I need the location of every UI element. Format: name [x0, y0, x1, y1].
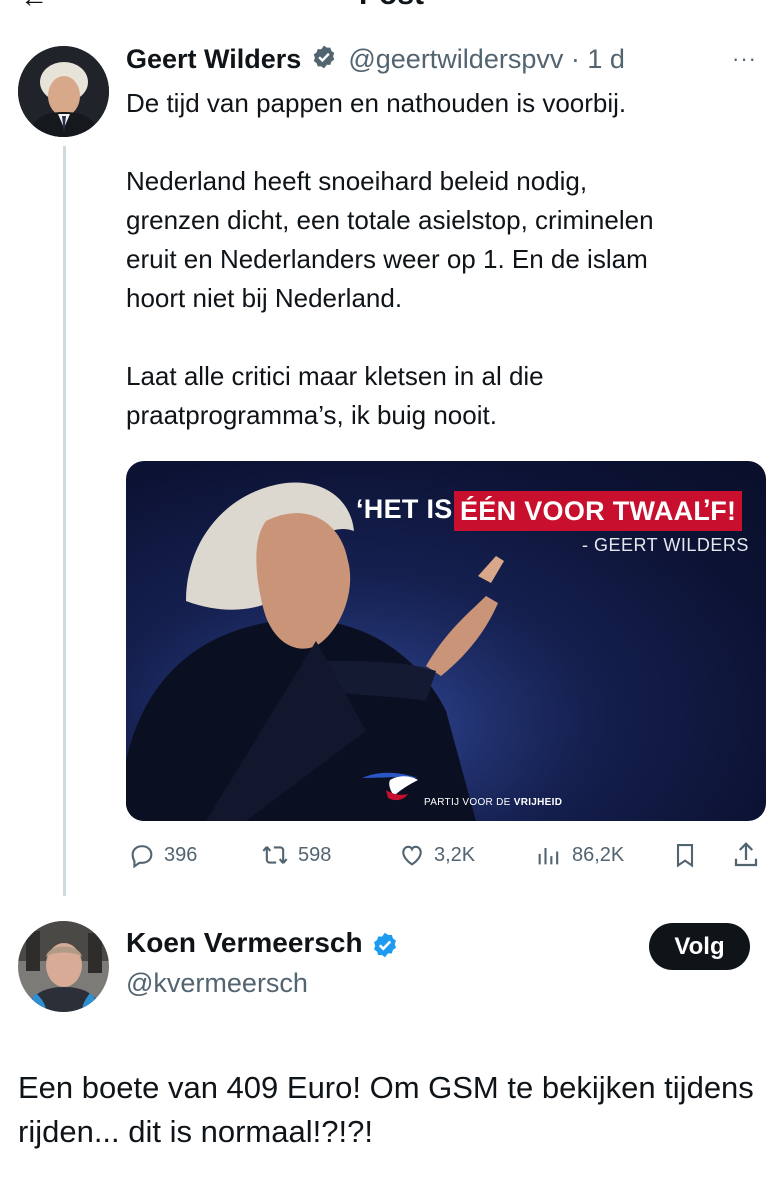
reply-header: Koen Vermeersch [126, 927, 399, 964]
like-button[interactable]: 3,2K [398, 838, 475, 872]
share-icon [734, 842, 758, 867]
page-title: Post [0, 0, 783, 12]
reply-count: 396 [164, 843, 198, 866]
party-name-bold: VRIJHEID [513, 797, 563, 808]
author-handle[interactable]: @geertwilderspvv [348, 44, 563, 74]
tweet-line [126, 123, 776, 162]
party-name-prefix: PARTIJ VOOR DE [424, 797, 511, 808]
repost-count: 598 [298, 843, 332, 866]
follow-button[interactable]: Volg [649, 923, 750, 970]
thread-line [63, 146, 66, 896]
verified-badge-icon [311, 44, 337, 77]
tweet-line: Laat alle critici maar kletsen in al die [126, 361, 544, 391]
reply-button[interactable]: 396 [128, 838, 197, 872]
portrait-image [18, 46, 109, 137]
tweet-line: praatprogramma’s, ik buig nooit. [126, 400, 497, 430]
quote-close: ’ [703, 494, 711, 524]
share-button[interactable] [731, 838, 769, 872]
repost-button[interactable]: 598 [260, 838, 331, 872]
tweet-line: grenzen dicht, een totale asielstop, cri… [126, 205, 654, 235]
like-count: 3,2K [434, 843, 476, 866]
tweet-header: Geert Wilders @geertwilderspvv · 1 d [126, 44, 625, 77]
reply-icon [131, 845, 153, 869]
timestamp[interactable]: 1 d [587, 44, 625, 74]
tweet-actions: 396 598 3,2K 86,2K [126, 838, 766, 872]
tweet-media[interactable]: ‘HET IS ÉÉN VOOR TWAALF! ’ - GEERT WILDE… [126, 461, 766, 821]
reply-body: Een boete van 409 Euro! Om GSM te bekijk… [18, 1070, 754, 1149]
dot-separator: · [570, 44, 580, 74]
views-button[interactable]: 86,2K [534, 838, 624, 872]
bookmark-icon [676, 844, 694, 868]
views-chart-icon [538, 848, 559, 865]
tweet-line: Nederland heeft snoeihard beleid nodig, [126, 166, 588, 196]
tweet-line: eruit en Nederlanders weer op 1. En de i… [126, 244, 648, 274]
party-name: PARTIJ VOOR DE VRIJHEID [424, 797, 562, 808]
reply-author-name[interactable]: Koen Vermeersch [126, 927, 363, 958]
more-options-icon[interactable]: ··· [732, 46, 757, 72]
top-header: ← Post [0, 0, 783, 13]
views-count: 86,2K [572, 843, 625, 866]
reply-author-handle[interactable]: @kvermeersch [126, 968, 308, 999]
heart-icon [402, 845, 422, 866]
avatar[interactable] [18, 46, 109, 137]
tweet-body: De tijd van pappen en nathouden is voorb… [126, 84, 776, 435]
author-name[interactable]: Geert Wilders [126, 44, 301, 74]
portrait-image [18, 921, 109, 1012]
reply-avatar[interactable] [18, 921, 109, 1012]
tweet-line: De tijd van pappen en nathouden is voorb… [126, 88, 627, 118]
quote-author: - GEERT WILDERS [582, 535, 749, 555]
repost-icon [262, 846, 288, 864]
tweet-line [126, 318, 776, 357]
verified-badge-icon [371, 931, 399, 964]
tweet-line: hoort niet bij Nederland. [126, 283, 403, 313]
quote-text: ‘HET IS [356, 494, 453, 524]
quote-highlight: ÉÉN VOOR TWAALF! [454, 491, 743, 531]
bookmark-button[interactable] [671, 838, 707, 872]
